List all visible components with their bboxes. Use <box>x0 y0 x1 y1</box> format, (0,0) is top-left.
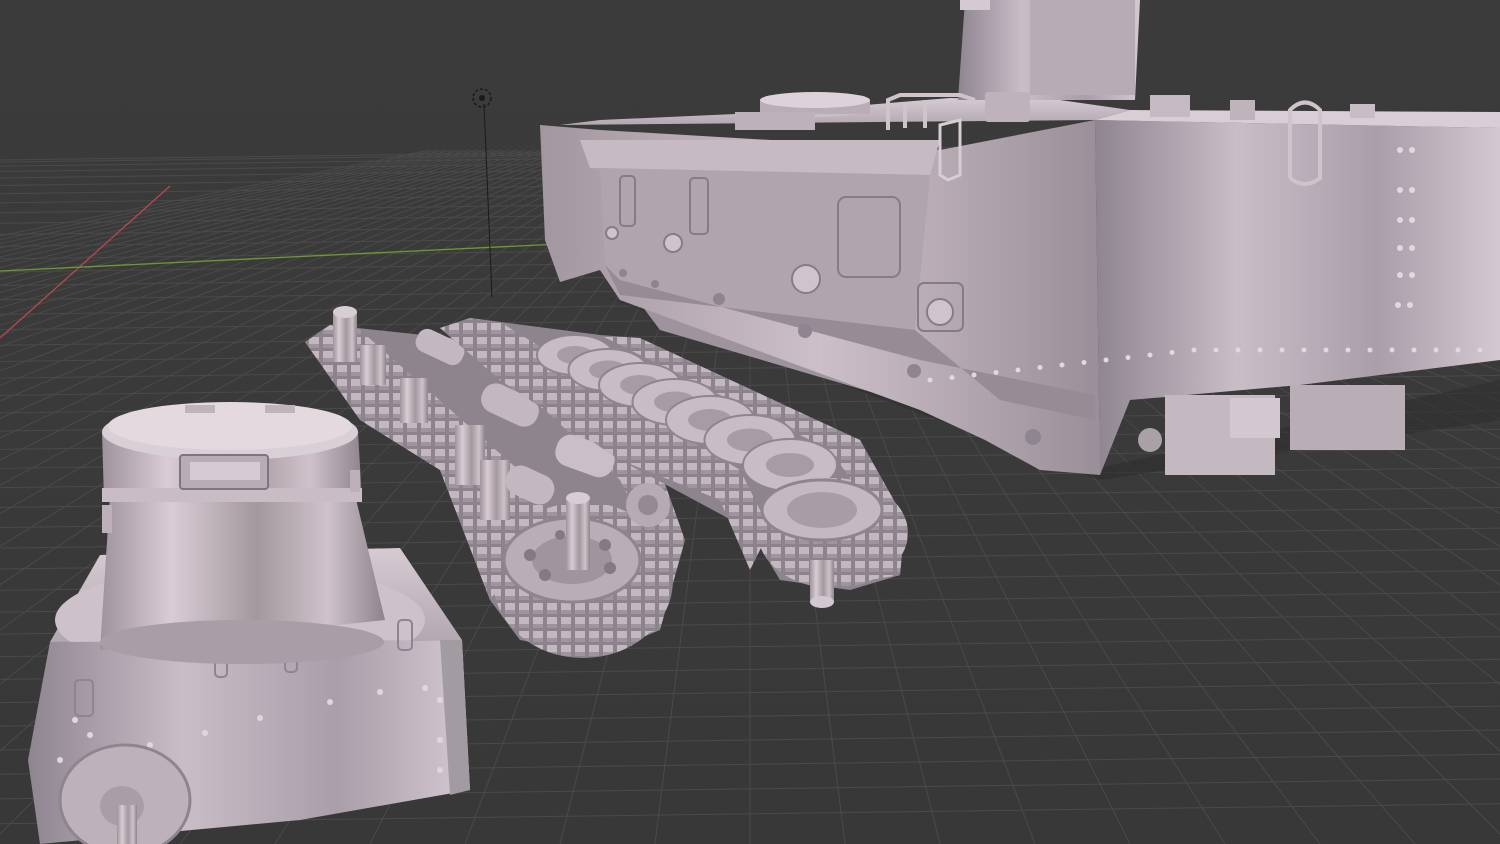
viewport-canvas[interactable] <box>0 0 1500 844</box>
x-axis-line <box>0 185 171 339</box>
3d-viewport[interactable] <box>0 0 1500 844</box>
